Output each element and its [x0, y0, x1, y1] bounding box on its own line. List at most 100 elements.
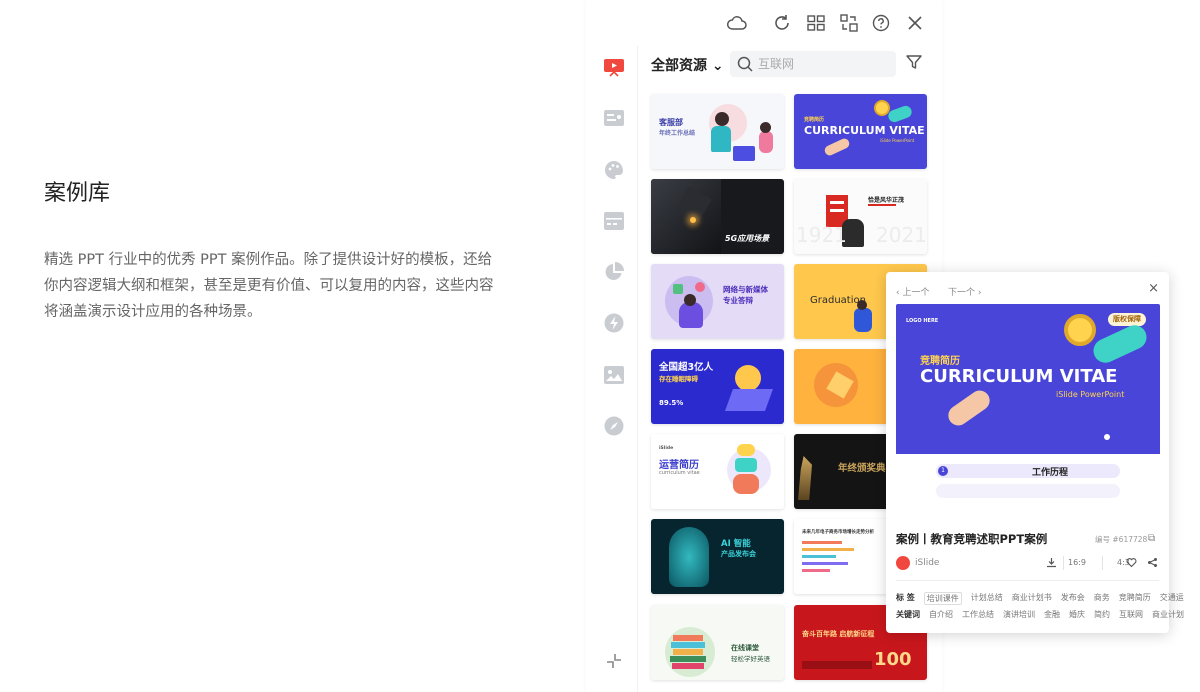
keyword-chip[interactable]: 简约 [1094, 609, 1110, 620]
keyword-chip[interactable]: 自介绍 [929, 609, 953, 620]
filter-funnel-icon[interactable] [906, 54, 924, 72]
section-description: 精选 PPT 行业中的优秀 PPT 案例作品。除了提供设计好的模板，还给你内容逻… [44, 252, 494, 320]
close-icon[interactable] [904, 12, 926, 34]
thumb-stat: 89.5% [659, 399, 684, 407]
preview-title: CURRICULUM VITAE [920, 366, 1118, 387]
copyright-badge: 版权保障 [1108, 313, 1146, 326]
case-thumb[interactable]: 全国超3亿人 存在睡眠障碍 89.5% [651, 349, 784, 424]
thumb-subtitle: 专业答辩 [723, 296, 753, 305]
timeline-step-number: 1 [938, 466, 948, 476]
thumb-tag: 竞聘简历 [804, 117, 825, 123]
thumb-subtitle: curriculum vitae [659, 470, 700, 476]
panel-toolbar [586, 0, 942, 46]
thumb-subtitle: 年终工作总结 [659, 130, 696, 137]
preview-hero: LOGO HERE 版权保障 竞聘简历 CURRICULUM VITAE iSl… [896, 304, 1160, 454]
download-icon[interactable] [1043, 554, 1059, 570]
tag-chip[interactable]: 计划总结 [971, 592, 1003, 605]
tags-label: 标 签 [896, 593, 915, 602]
thumb-subtitle: 存在睡眠障碍 [659, 375, 698, 383]
intro-section: 案例库 精选 PPT 行业中的优秀 PPT 案例作品。除了提供设计好的模板，还给… [44, 175, 494, 325]
preview-subtitle: iSlide PowerPoint [1056, 390, 1125, 399]
share-icon[interactable] [1144, 554, 1160, 570]
thumb-title: 恰是风华正茂 [868, 197, 905, 204]
thumb-title: 未来几年电子商务市场增长走势分析 [802, 530, 874, 535]
thumb-title: 奋斗百年路 启航新征程 [802, 630, 875, 638]
thumb-subtitle: 轻松学好英语 [731, 655, 770, 663]
thumb-title: 在线课堂 [731, 644, 759, 652]
collapse-icon[interactable] [603, 650, 625, 672]
search-input[interactable] [730, 51, 896, 77]
thumb-subtitle: iSlide PowerPoint [880, 138, 915, 143]
thumb-subtitle: 产品发布会 [721, 550, 756, 558]
case-thumb[interactable]: 恰是风华正茂 1921 2021 [794, 179, 927, 254]
keyword-chip[interactable]: 工作总结 [962, 609, 994, 620]
filter-bar: 全部资源 ⌄ [638, 46, 942, 82]
presentation-icon[interactable] [603, 56, 625, 78]
thumb-title: 运营简历 [659, 460, 699, 471]
cloud-icon[interactable] [726, 12, 748, 34]
thumb-brand: iSlide [659, 446, 674, 451]
keyword-chip[interactable]: 婚庆 [1069, 609, 1085, 620]
side-rail [586, 46, 638, 692]
ratio-16-9[interactable]: 16:9 [1068, 558, 1086, 567]
author-name[interactable]: iSlide [915, 558, 939, 568]
case-thumb[interactable]: 竞聘简历 CURRICULUM VITAE iSlide PowerPoint [794, 94, 927, 169]
tag-chip[interactable]: 发布会 [1061, 592, 1085, 605]
case-preview-image: LOGO HERE 版权保障 竞聘简历 CURRICULUM VITAE iSl… [896, 304, 1160, 515]
copy-icon[interactable]: ⧉ [1148, 533, 1155, 544]
category-dropdown[interactable]: 全部资源 ⌄ [651, 55, 724, 75]
keyword-chip[interactable]: 互联网 [1119, 609, 1143, 620]
help-icon[interactable] [870, 12, 892, 34]
case-code: 编号 #617728 [1095, 535, 1148, 544]
author-avatar [896, 556, 910, 570]
grid-icon[interactable] [805, 12, 827, 34]
section-title: 案例库 [44, 181, 111, 206]
card-icon[interactable] [603, 107, 625, 129]
preview-tag: 竞聘简历 [920, 356, 960, 367]
search-icon [737, 56, 753, 72]
keyword-chip[interactable]: 金融 [1044, 609, 1060, 620]
tag-chip[interactable]: 竞聘简历 [1119, 592, 1151, 605]
next-button[interactable]: 下一个 › [948, 285, 981, 298]
layout-icon[interactable] [838, 12, 860, 34]
thumb-title: 网络与新媒体 [723, 285, 768, 294]
case-thumb[interactable]: 客服部 年终工作总结 [651, 94, 784, 169]
thumb-title: 全国超3亿人 [659, 362, 714, 373]
timeline-bar: 1 工作历程 [936, 464, 1120, 478]
compass-icon[interactable] [603, 415, 625, 437]
bolt-icon[interactable] [603, 312, 625, 334]
thumb-title: 5G应用场景 [725, 234, 770, 243]
timeline-step-label: 工作历程 [1032, 468, 1069, 478]
case-thumb[interactable]: 网络与新媒体 专业答辩 [651, 264, 784, 339]
keywords-label: 关键词 [896, 610, 920, 619]
keyword-chip[interactable]: 商业计划 [1152, 609, 1184, 620]
tag-chip[interactable]: 商业计划书 [1012, 592, 1052, 605]
thumb-title: AI 智能 [721, 539, 751, 549]
thumb-year-start: 1921 [796, 223, 847, 247]
tag-chip[interactable]: 培训课件 [923, 592, 962, 605]
pie-chart-icon[interactable] [603, 261, 625, 283]
table-icon[interactable] [603, 210, 625, 232]
favorite-icon[interactable] [1123, 554, 1139, 570]
thumb-title: 年终颁奖典 [838, 463, 886, 474]
case-thumb[interactable]: iSlide 运营简历 curriculum vitae [651, 434, 784, 509]
case-detail-popover: ‹ 上一个 下一个 › × LOGO HERE 版权保障 竞聘简历 CURRIC… [886, 272, 1184, 633]
case-thumb[interactable]: AI 智能 产品发布会 [651, 519, 784, 594]
refresh-icon[interactable] [771, 12, 793, 34]
image-icon[interactable] [603, 364, 625, 386]
close-icon[interactable]: × [1148, 281, 1159, 296]
case-thumb[interactable]: 在线课堂 轻松学好英语 [651, 605, 784, 680]
keywords-row: 关键词 自介绍 工作总结 演讲培训 金融 婚庆 简约 互联网 商业计划 [896, 609, 1184, 620]
tag-chip[interactable]: 商务 [1094, 592, 1110, 605]
tags-row: 标 签 培训课件 计划总结 商业计划书 发布会 商务 竞聘简历 交通运 [896, 592, 1184, 605]
thumb-year-end: 2021 [876, 223, 927, 247]
preview-logo: LOGO HERE [906, 318, 939, 324]
thumb-number: 100 [874, 649, 912, 670]
thumb-title: CURRICULUM VITAE [804, 124, 925, 137]
thumb-title: 客服部 [659, 118, 683, 127]
keyword-chip[interactable]: 演讲培训 [1003, 609, 1035, 620]
case-thumb[interactable]: 5G应用场景 [651, 179, 784, 254]
tag-chip[interactable]: 交通运 [1160, 592, 1184, 605]
palette-icon[interactable] [603, 159, 625, 181]
prev-button[interactable]: ‹ 上一个 [896, 285, 929, 298]
